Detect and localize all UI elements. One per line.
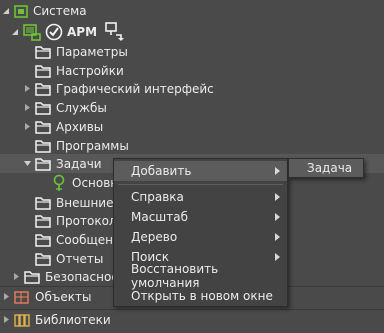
submenu-item-task[interactable]: Задача — [288, 158, 364, 178]
expand-arrow-icon[interactable] — [22, 98, 32, 117]
submenu-arrow-icon — [275, 253, 280, 261]
menu-item-scale[interactable]: Масштаб — [114, 207, 287, 227]
tree-node-system[interactable]: Система — [0, 1, 384, 20]
menu-item-label: Открыть в новом окне — [131, 289, 273, 303]
tree-node-label: Программы — [56, 138, 129, 153]
tree-node-sluzhby[interactable]: Службы — [0, 98, 384, 117]
menu-item-label: Справка — [131, 190, 184, 204]
folder-icon — [34, 195, 52, 211]
tree-node-label: Задачи — [56, 156, 102, 171]
collapse-arrow-icon[interactable] — [10, 23, 20, 42]
tree-node-label: Настройки — [56, 63, 124, 78]
collapse-arrow-icon[interactable] — [1, 1, 11, 20]
submenu-arrow-icon — [275, 167, 280, 175]
expand-arrow-icon[interactable] — [11, 267, 21, 286]
tree-node-label: Протокол — [56, 213, 117, 228]
menu-item-add[interactable]: Добавить — [114, 161, 287, 181]
monitor-icon — [23, 23, 41, 41]
folder-icon — [34, 44, 52, 60]
folder-icon — [23, 269, 41, 285]
folder-icon — [34, 213, 52, 229]
tree-node-label: Параметры — [56, 44, 128, 59]
check-circle-icon — [45, 23, 63, 41]
tree-node-programmy[interactable]: Программы — [0, 136, 384, 155]
system-cube-icon — [13, 3, 29, 19]
folder-icon — [34, 232, 52, 248]
section-label: Объекты — [35, 289, 92, 304]
tree-node-gui[interactable]: Графический интерфейс — [0, 79, 384, 98]
tree-node-label: Архивы — [56, 119, 104, 134]
submenu-item-label: Задача — [307, 161, 353, 175]
submenu-arrow-icon — [275, 193, 280, 201]
context-menu: Добавить Справка Масштаб Дерево Поиск Во… — [113, 158, 288, 307]
folder-icon — [34, 119, 52, 135]
tree-node-label: Службы — [56, 100, 107, 115]
menu-item-label: Дерево — [131, 230, 178, 244]
library-icon — [13, 312, 31, 328]
expand-arrow-icon[interactable] — [1, 310, 11, 329]
menu-item-restore-defaults[interactable]: Восстановить умолчания — [114, 262, 287, 290]
tree-node-label: Безопаснос — [45, 269, 118, 284]
menu-item-label: Масштаб — [131, 210, 189, 224]
tree-node-parametry[interactable]: Параметры — [0, 42, 384, 61]
folder-icon — [34, 81, 52, 97]
submenu-arrow-icon — [275, 233, 280, 241]
tree-node-label: Сообщен — [56, 232, 113, 247]
folder-icon — [34, 100, 52, 116]
expand-arrow-icon[interactable] — [22, 79, 32, 98]
folder-icon — [34, 156, 52, 172]
tree-node-label: Система — [33, 3, 87, 18]
collapse-arrow-icon[interactable] — [22, 154, 32, 173]
folder-icon — [34, 138, 52, 154]
menu-item-tree[interactable]: Дерево — [114, 227, 287, 247]
menu-item-label: Добавить — [131, 164, 192, 178]
menu-separator — [118, 184, 283, 185]
tree-node-arkhivy[interactable]: Архивы — [0, 117, 384, 136]
tree-node-label: Отчеты — [56, 251, 104, 266]
menu-item-open-new-window[interactable]: Открыть в новом окне — [114, 286, 287, 306]
workstation-settings-icon[interactable] — [105, 22, 125, 42]
tree-node-nastroyki[interactable]: Настройки — [0, 61, 384, 80]
expand-arrow-icon[interactable] — [1, 287, 11, 306]
tree-node-label: Основн — [72, 176, 119, 190]
folder-icon — [34, 251, 52, 267]
objects-cube-icon — [13, 289, 31, 305]
tree-node-arm[interactable]: АРМ — [0, 21, 384, 43]
tree-node-label: Графический интерфейс — [56, 81, 214, 96]
expand-arrow-icon[interactable] — [22, 117, 32, 136]
tree-node-label: Внешние — [56, 195, 114, 210]
section-libraries[interactable]: Библиотеки — [0, 309, 384, 329]
section-label: Библиотеки — [35, 312, 111, 327]
task-pin-icon — [50, 174, 68, 192]
folder-icon — [34, 63, 52, 79]
submenu-arrow-icon — [275, 213, 280, 221]
tree-node-label: АРМ — [67, 25, 98, 39]
menu-item-help[interactable]: Справка — [114, 187, 287, 207]
